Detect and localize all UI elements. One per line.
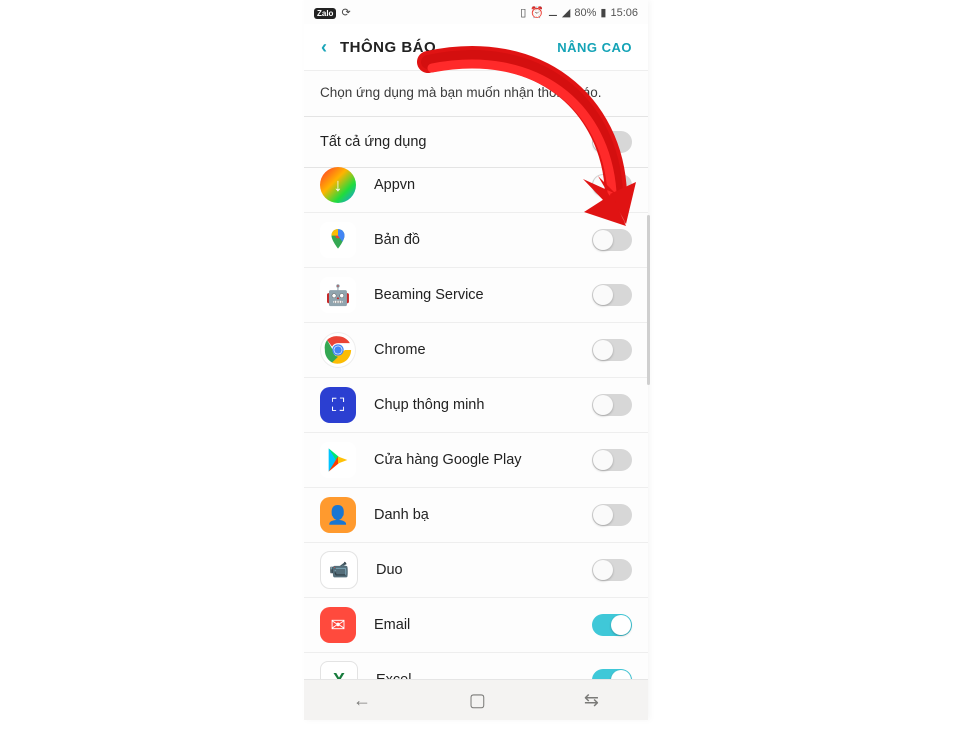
beam-icon (320, 277, 356, 313)
stage: Zalo ⟳ ▯ ⏰ ⚊ ◢ 80% ▮ 15:06 ‹ THÔNG BÁO N… (0, 0, 960, 730)
app-row-contacts[interactable]: Danh bạ (304, 487, 648, 542)
app-row-capture[interactable]: Chụp thông minh (304, 377, 648, 432)
status-right: ▯ ⏰ ⚊ ◢ 80% ▮ 15:06 (520, 7, 638, 19)
alarm-icon: ⏰ (530, 8, 544, 19)
app-row-excel[interactable]: Excel (304, 652, 648, 680)
app-row-duo[interactable]: Duo (304, 542, 648, 597)
nav-bar: ← ▢ ⇆ (304, 679, 648, 720)
duo-icon (320, 551, 358, 589)
app-name-label: Duo (376, 562, 592, 578)
toggle-capture[interactable] (592, 394, 632, 416)
appvn-icon (320, 167, 356, 203)
app-name-label: Bản đồ (374, 232, 592, 248)
nav-back-button[interactable]: ← (353, 690, 371, 711)
toggle-duo[interactable] (592, 559, 632, 581)
status-bar: Zalo ⟳ ▯ ⏰ ⚊ ◢ 80% ▮ 15:06 (304, 0, 648, 24)
capture-icon (320, 387, 356, 423)
app-name-label: Cửa hàng Google Play (374, 452, 592, 468)
description-text: Chọn ứng dụng mà bạn muốn nhận thông báo… (304, 71, 648, 116)
phone-frame: Zalo ⟳ ▯ ⏰ ⚊ ◢ 80% ▮ 15:06 ‹ THÔNG BÁO N… (304, 0, 648, 720)
toggle-chrome[interactable] (592, 339, 632, 361)
app-list-viewport[interactable]: Appvn Bản đồ Beaming Service Chrome Chụp thô… (304, 158, 648, 680)
app-row-maps[interactable]: Bản đồ (304, 212, 648, 267)
page-title: THÔNG BÁO (338, 39, 436, 56)
nav-recents-button[interactable]: ⇆ (584, 690, 599, 711)
chrome-icon (320, 332, 356, 368)
back-button[interactable]: ‹ (310, 37, 338, 58)
maps-icon (320, 222, 356, 258)
toggle-maps[interactable] (592, 229, 632, 251)
status-left: Zalo ⟳ (314, 8, 351, 19)
email-icon (320, 607, 356, 643)
excel-icon (320, 661, 358, 680)
app-name-label: Chrome (374, 342, 592, 358)
app-name-label: Email (374, 617, 592, 633)
no-sim-icon: ▯ (520, 8, 526, 19)
advanced-button[interactable]: NÂNG CAO (557, 40, 642, 55)
app-name-label: Appvn (374, 177, 592, 193)
toggle-email[interactable] (592, 614, 632, 636)
app-name-label: Chụp thông minh (374, 397, 592, 413)
toggle-play[interactable] (592, 449, 632, 471)
toggle-appvn[interactable] (592, 174, 632, 196)
zalo-icon: Zalo (314, 8, 336, 19)
app-row-email[interactable]: Email (304, 597, 648, 652)
signal-icon: ◢ (562, 8, 570, 19)
app-row-chrome[interactable]: Chrome (304, 322, 648, 377)
app-name-label: Beaming Service (374, 287, 592, 303)
app-row-appvn[interactable]: Appvn (304, 158, 648, 212)
play-icon (320, 442, 356, 478)
clock: 15:06 (610, 7, 638, 19)
sync-icon: ⟳ (341, 8, 350, 19)
battery-icon: ▮ (600, 8, 606, 19)
app-name-label: Danh bạ (374, 507, 592, 523)
master-toggle-label: Tất cả ứng dụng (320, 134, 592, 150)
toggle-contacts[interactable] (592, 504, 632, 526)
app-row-play[interactable]: Cửa hàng Google Play (304, 432, 648, 487)
contacts-icon (320, 497, 356, 533)
app-list: Appvn Bản đồ Beaming Service Chrome Chụp thô… (304, 158, 648, 680)
wifi-icon: ⚊ (548, 8, 558, 19)
toggle-beam[interactable] (592, 284, 632, 306)
nav-home-button[interactable]: ▢ (469, 690, 486, 711)
master-toggle[interactable] (592, 131, 632, 153)
app-row-beam[interactable]: Beaming Service (304, 267, 648, 322)
scroll-indicator[interactable] (647, 215, 650, 385)
app-bar: ‹ THÔNG BÁO NÂNG CAO (304, 24, 648, 71)
battery-percent: 80% (574, 7, 596, 19)
